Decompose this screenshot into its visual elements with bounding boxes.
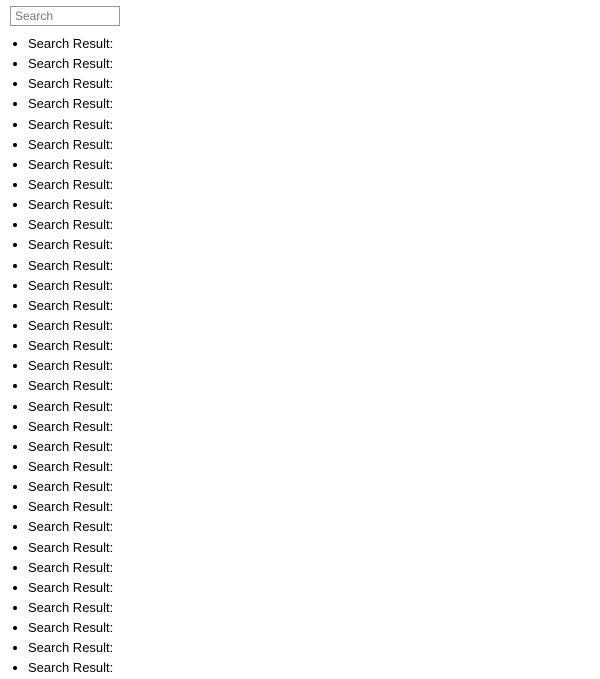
list-item: Search Result: [28, 135, 600, 155]
list-item: Search Result: [28, 94, 600, 114]
list-item: Search Result: [28, 115, 600, 135]
list-item: Search Result: [28, 658, 600, 678]
list-item: Search Result: [28, 316, 600, 336]
list-item: Search Result: [28, 578, 600, 598]
list-item: Search Result: [28, 195, 600, 215]
search-container [0, 0, 600, 34]
results-list: Search Result:Search Result:Search Resul… [0, 34, 600, 679]
list-item: Search Result: [28, 437, 600, 457]
list-item: Search Result: [28, 558, 600, 578]
list-item: Search Result: [28, 336, 600, 356]
search-input[interactable] [10, 6, 120, 26]
list-item: Search Result: [28, 376, 600, 396]
list-item: Search Result: [28, 256, 600, 276]
list-item: Search Result: [28, 477, 600, 497]
list-item: Search Result: [28, 356, 600, 376]
list-item: Search Result: [28, 175, 600, 195]
list-item: Search Result: [28, 296, 600, 316]
list-item: Search Result: [28, 538, 600, 558]
list-item: Search Result: [28, 276, 600, 296]
list-item: Search Result: [28, 598, 600, 618]
list-item: Search Result: [28, 417, 600, 437]
list-item: Search Result: [28, 638, 600, 658]
list-item: Search Result: [28, 397, 600, 417]
list-item: Search Result: [28, 215, 600, 235]
list-item: Search Result: [28, 54, 600, 74]
list-item: Search Result: [28, 235, 600, 255]
list-item: Search Result: [28, 34, 600, 54]
list-item: Search Result: [28, 74, 600, 94]
list-item: Search Result: [28, 618, 600, 638]
list-item: Search Result: [28, 155, 600, 175]
list-item: Search Result: [28, 497, 600, 517]
list-item: Search Result: [28, 457, 600, 477]
list-item: Search Result: [28, 517, 600, 537]
